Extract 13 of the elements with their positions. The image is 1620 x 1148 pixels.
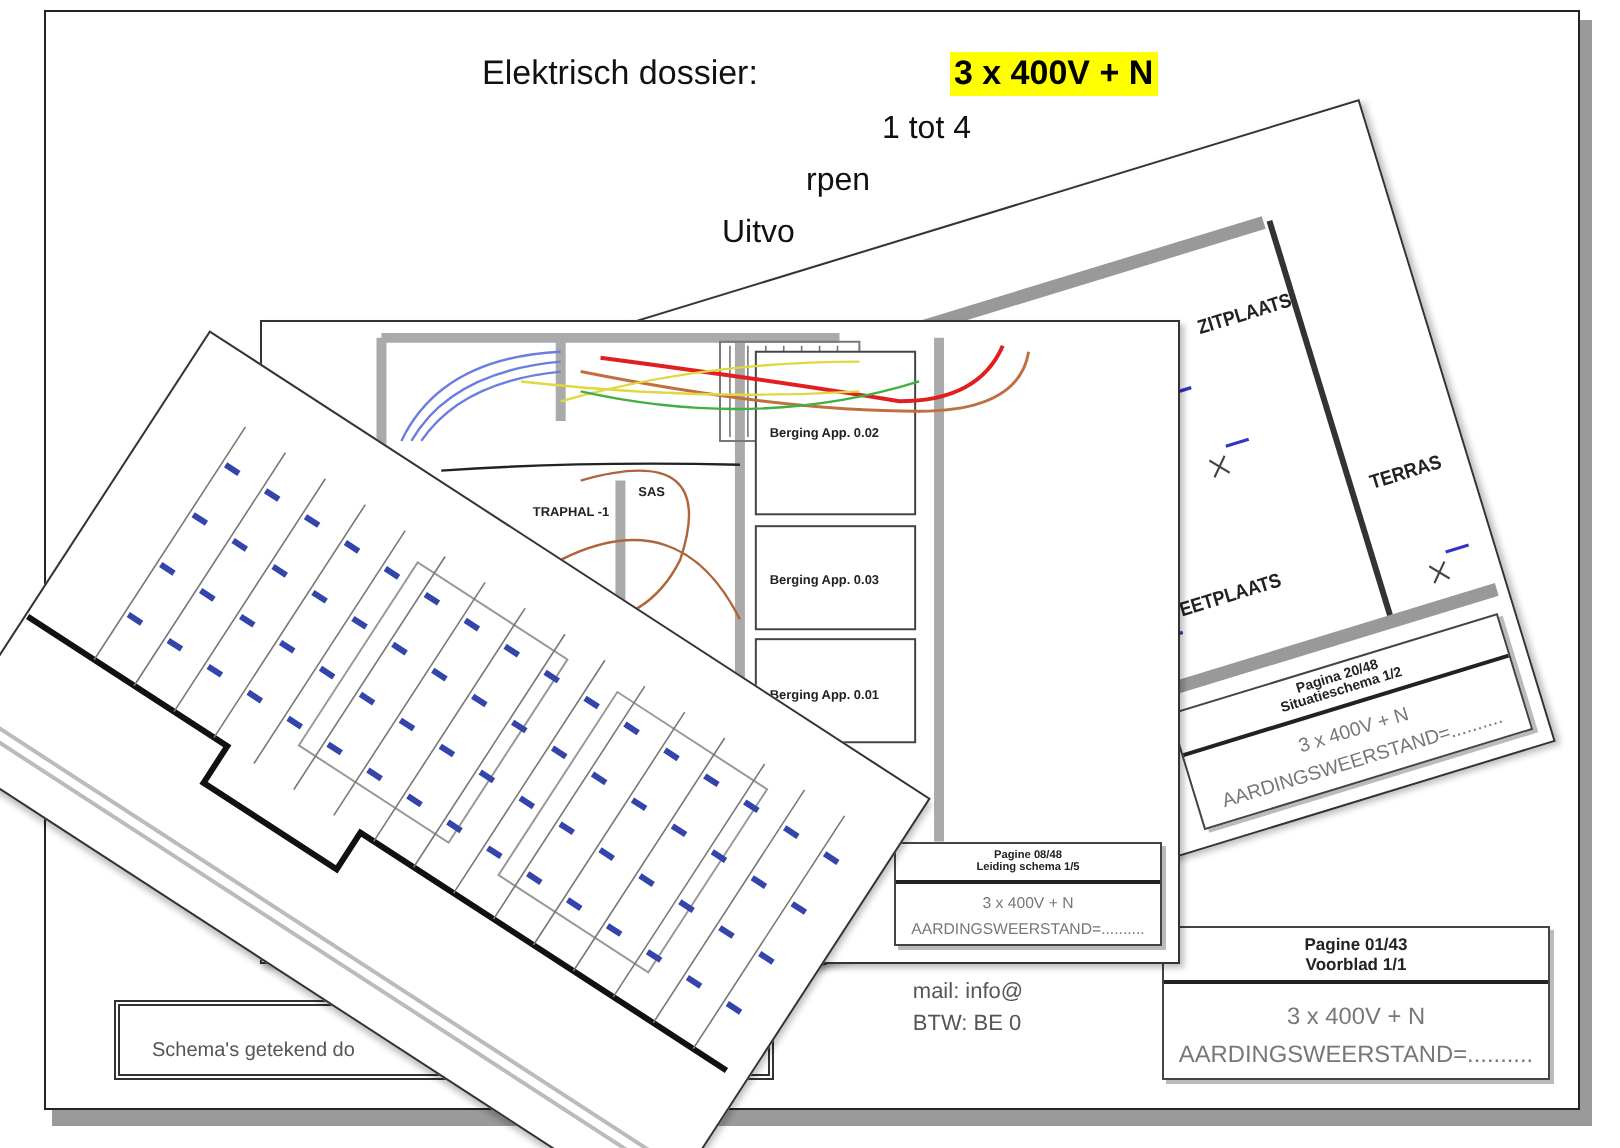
earthing-label: AARDINGSWEERSTAND=.......... <box>1178 1039 1534 1068</box>
supply-label: 3 x 400V + N <box>1286 1001 1426 1030</box>
supply-label: 3 x 400V + N <box>949 52 1158 96</box>
address-text: BTW: BE 0 <box>912 1012 1024 1036</box>
note-text: Schema's getekend do <box>152 1040 355 1062</box>
document-title: Elektrisch dossier: <box>482 54 758 94</box>
cover-text: Uitvo <box>722 216 795 252</box>
sheet-name: Voorblad 1/1 <box>1305 954 1407 975</box>
address-text: mail: info@ <box>912 980 1024 1004</box>
room-label: TERRAS <box>1367 451 1445 496</box>
cover-text: rpen <box>806 164 871 200</box>
page-number: Pagine 01/43 <box>1304 934 1408 955</box>
cover-text: 1 tot 4 <box>882 112 971 148</box>
